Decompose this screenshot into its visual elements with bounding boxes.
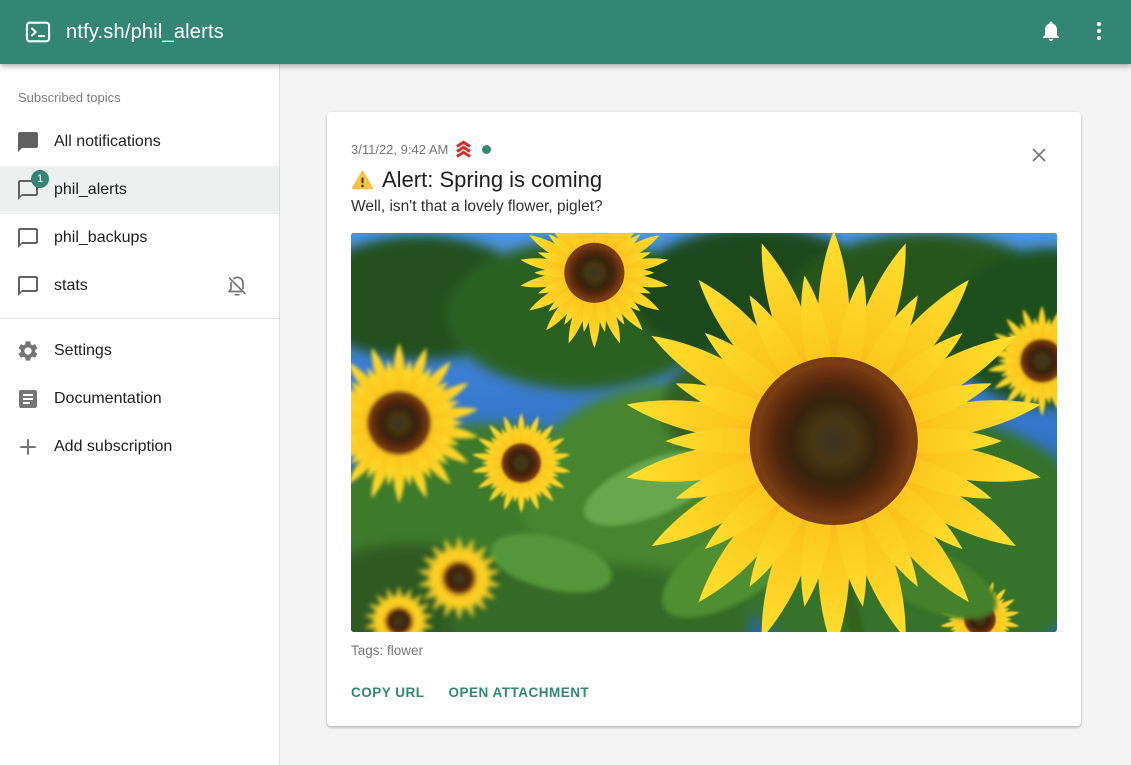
document-icon (16, 387, 40, 411)
chat-bubble-filled-icon (16, 130, 40, 154)
sidebar-item-label: phil_alerts (54, 181, 127, 199)
sidebar-item-label: Settings (54, 342, 112, 360)
notification-body: Well, isn't that a lovely flower, piglet… (351, 198, 1057, 216)
chat-bubble-outline-icon: 1 (16, 178, 40, 202)
chat-bubble-outline-icon (16, 226, 40, 250)
sidebar-item-phil-alerts[interactable]: 1 phil_alerts (0, 166, 279, 214)
bell-off-icon (225, 274, 249, 298)
gear-icon (16, 339, 40, 363)
sidebar-item-phil-backups[interactable]: phil_backups (0, 214, 279, 262)
new-message-dot (482, 145, 491, 154)
sidebar-item-label: Documentation (54, 390, 162, 408)
copy-url-button[interactable]: COPY URL (351, 679, 435, 706)
open-attachment-button[interactable]: OPEN ATTACHMENT (449, 679, 600, 706)
sidebar-divider (0, 318, 279, 319)
sidebar-item-all-notifications[interactable]: All notifications (0, 118, 279, 166)
notification-timestamp: 3/11/22, 9:42 AM (351, 142, 448, 157)
bell-icon (1039, 19, 1063, 46)
sidebar-item-label: Add subscription (54, 438, 172, 456)
sidebar-item-add-subscription[interactable]: Add subscription (0, 423, 279, 471)
app-bar: ntfy.sh/phil_alerts (0, 0, 1131, 64)
sidebar: Subscribed topics All notifications 1 ph… (0, 64, 280, 765)
terminal-icon (24, 18, 52, 46)
close-notification-button[interactable] (1019, 136, 1059, 176)
notification-card: 3/11/22, 9:42 AM Alert: Spring is coming (327, 112, 1081, 726)
unread-count-badge: 1 (31, 170, 49, 188)
notification-tags: Tags: flower (351, 643, 1057, 658)
kebab-menu-icon (1087, 19, 1111, 46)
sidebar-item-label: phil_backups (54, 229, 147, 247)
warning-icon (351, 169, 374, 192)
attachment-image[interactable] (351, 233, 1057, 632)
overflow-menu-button[interactable] (1075, 8, 1123, 56)
sidebar-item-documentation[interactable]: Documentation (0, 375, 279, 423)
chat-bubble-outline-icon (16, 274, 40, 298)
plus-icon (16, 435, 40, 459)
sidebar-nav: Settings Documentation Add subscription (0, 327, 279, 471)
notification-title-row: Alert: Spring is coming (351, 165, 1057, 195)
main-content: 3/11/22, 9:42 AM Alert: Spring is coming (280, 64, 1131, 765)
close-icon (1028, 144, 1050, 169)
priority-max-icon (453, 139, 474, 160)
sidebar-item-label: stats (54, 277, 88, 295)
notification-meta: 3/11/22, 9:42 AM (351, 140, 1057, 158)
page-title: ntfy.sh/phil_alerts (66, 21, 224, 44)
sidebar-item-settings[interactable]: Settings (0, 327, 279, 375)
sidebar-item-stats[interactable]: stats (0, 262, 279, 310)
topic-list: All notifications 1 phil_alerts phil_bac… (0, 118, 279, 310)
subscribed-topics-label: Subscribed topics (18, 90, 279, 105)
notifications-button[interactable] (1027, 8, 1075, 56)
sidebar-item-label: All notifications (54, 133, 161, 151)
notification-title: Alert: Spring is coming (382, 165, 602, 195)
notification-actions: COPY URL OPEN ATTACHMENT (351, 679, 1057, 706)
